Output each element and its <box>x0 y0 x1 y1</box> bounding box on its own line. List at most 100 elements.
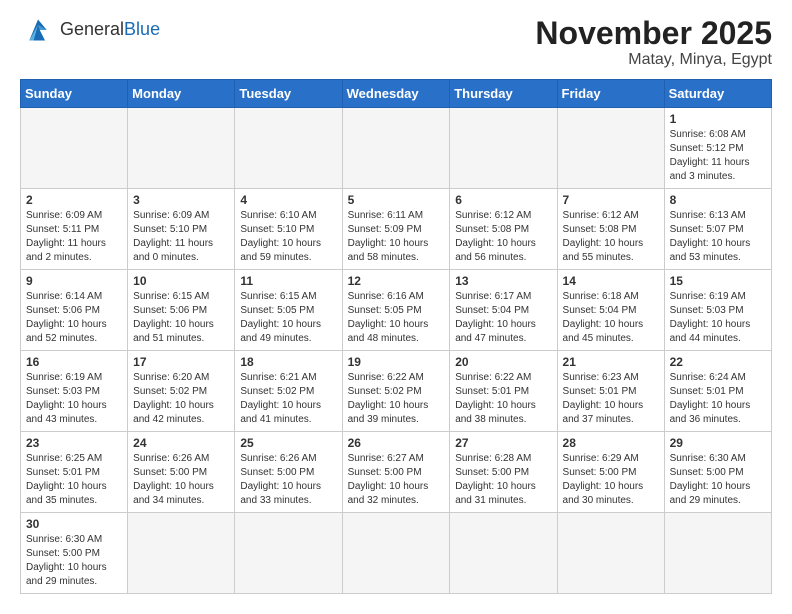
logo: GeneralBlue <box>20 16 160 44</box>
day-number: 24 <box>133 436 229 450</box>
calendar-day-header: Monday <box>128 80 235 108</box>
calendar-week-row: 2 Sunrise: 6:09 AM Sunset: 5:11 PM Daylig… <box>21 189 772 270</box>
calendar-day-header: Tuesday <box>235 80 342 108</box>
day-info: Sunrise: 6:23 AM Sunset: 5:01 PM Dayligh… <box>563 371 659 427</box>
day-info: Sunrise: 6:30 AM Sunset: 5:00 PM Dayligh… <box>670 452 766 508</box>
day-number: 12 <box>348 274 445 288</box>
day-info: Sunrise: 6:27 AM Sunset: 5:00 PM Dayligh… <box>348 452 445 508</box>
calendar-cell <box>450 108 557 189</box>
day-number: 19 <box>348 355 445 369</box>
calendar-cell: 27 Sunrise: 6:28 AM Sunset: 5:00 PM Dayli… <box>450 432 557 513</box>
day-number: 17 <box>133 355 229 369</box>
day-number: 1 <box>670 112 766 126</box>
day-number: 21 <box>563 355 659 369</box>
calendar-cell: 24 Sunrise: 6:26 AM Sunset: 5:00 PM Dayli… <box>128 432 235 513</box>
calendar-cell: 3 Sunrise: 6:09 AM Sunset: 5:10 PM Daylig… <box>128 189 235 270</box>
calendar-cell: 12 Sunrise: 6:16 AM Sunset: 5:05 PM Dayli… <box>342 270 450 351</box>
calendar-cell: 28Sunrise: 6:29 AM Sunset: 5:00 PM Dayli… <box>557 432 664 513</box>
page: GeneralBlue November 2025 Matay, Minya, … <box>0 0 792 614</box>
day-number: 6 <box>455 193 551 207</box>
calendar-cell <box>557 513 664 594</box>
day-number: 25 <box>240 436 336 450</box>
day-info: Sunrise: 6:21 AM Sunset: 5:02 PM Dayligh… <box>240 371 336 427</box>
calendar-cell <box>557 108 664 189</box>
calendar-day-header: Friday <box>557 80 664 108</box>
calendar-cell: 22Sunrise: 6:24 AM Sunset: 5:01 PM Dayli… <box>664 351 771 432</box>
calendar-day-header: Saturday <box>664 80 771 108</box>
calendar-cell <box>21 108 128 189</box>
calendar-cell: 30 Sunrise: 6:30 AM Sunset: 5:00 PM Dayli… <box>21 513 128 594</box>
header: GeneralBlue November 2025 Matay, Minya, … <box>20 16 772 69</box>
day-info: Sunrise: 6:22 AM Sunset: 5:02 PM Dayligh… <box>348 371 445 427</box>
calendar-cell: 16Sunrise: 6:19 AM Sunset: 5:03 PM Dayli… <box>21 351 128 432</box>
day-number: 29 <box>670 436 766 450</box>
day-number: 3 <box>133 193 229 207</box>
day-info: Sunrise: 6:17 AM Sunset: 5:04 PM Dayligh… <box>455 290 551 346</box>
calendar-cell: 26 Sunrise: 6:27 AM Sunset: 5:00 PM Dayli… <box>342 432 450 513</box>
day-number: 28 <box>563 436 659 450</box>
day-info: Sunrise: 6:22 AM Sunset: 5:01 PM Dayligh… <box>455 371 551 427</box>
logo-text: GeneralBlue <box>60 20 160 40</box>
day-number: 26 <box>348 436 445 450</box>
day-info: Sunrise: 6:09 AM Sunset: 5:10 PM Dayligh… <box>133 209 229 265</box>
page-title: November 2025 <box>535 16 772 51</box>
day-number: 4 <box>240 193 336 207</box>
day-info: Sunrise: 6:20 AM Sunset: 5:02 PM Dayligh… <box>133 371 229 427</box>
day-number: 14 <box>563 274 659 288</box>
calendar-cell: 29 Sunrise: 6:30 AM Sunset: 5:00 PM Dayli… <box>664 432 771 513</box>
day-number: 23 <box>26 436 122 450</box>
calendar-cell: 1 Sunrise: 6:08 AM Sunset: 5:12 PM Daylig… <box>664 108 771 189</box>
day-number: 30 <box>26 517 122 531</box>
day-info: Sunrise: 6:12 AM Sunset: 5:08 PM Dayligh… <box>455 209 551 265</box>
calendar-cell: 6 Sunrise: 6:12 AM Sunset: 5:08 PM Daylig… <box>450 189 557 270</box>
day-info: Sunrise: 6:09 AM Sunset: 5:11 PM Dayligh… <box>26 209 122 265</box>
day-number: 13 <box>455 274 551 288</box>
calendar-cell: 14Sunrise: 6:18 AM Sunset: 5:04 PM Dayli… <box>557 270 664 351</box>
calendar-cell: 8 Sunrise: 6:13 AM Sunset: 5:07 PM Daylig… <box>664 189 771 270</box>
day-info: Sunrise: 6:24 AM Sunset: 5:01 PM Dayligh… <box>670 371 766 427</box>
calendar-week-row: 16Sunrise: 6:19 AM Sunset: 5:03 PM Dayli… <box>21 351 772 432</box>
calendar-day-header: Thursday <box>450 80 557 108</box>
day-number: 27 <box>455 436 551 450</box>
calendar-cell <box>235 513 342 594</box>
day-info: Sunrise: 6:30 AM Sunset: 5:00 PM Dayligh… <box>26 533 122 589</box>
day-number: 9 <box>26 274 122 288</box>
day-info: Sunrise: 6:28 AM Sunset: 5:00 PM Dayligh… <box>455 452 551 508</box>
day-info: Sunrise: 6:19 AM Sunset: 5:03 PM Dayligh… <box>670 290 766 346</box>
page-subtitle: Matay, Minya, Egypt <box>535 51 772 69</box>
calendar-week-row: 23 Sunrise: 6:25 AM Sunset: 5:01 PM Dayli… <box>21 432 772 513</box>
day-info: Sunrise: 6:13 AM Sunset: 5:07 PM Dayligh… <box>670 209 766 265</box>
day-info: Sunrise: 6:15 AM Sunset: 5:06 PM Dayligh… <box>133 290 229 346</box>
day-number: 7 <box>563 193 659 207</box>
calendar-cell: 9Sunrise: 6:14 AM Sunset: 5:06 PM Daylig… <box>21 270 128 351</box>
title-block: November 2025 Matay, Minya, Egypt <box>535 16 772 69</box>
day-info: Sunrise: 6:15 AM Sunset: 5:05 PM Dayligh… <box>240 290 336 346</box>
day-info: Sunrise: 6:11 AM Sunset: 5:09 PM Dayligh… <box>348 209 445 265</box>
calendar-cell <box>342 108 450 189</box>
day-info: Sunrise: 6:10 AM Sunset: 5:10 PM Dayligh… <box>240 209 336 265</box>
day-number: 10 <box>133 274 229 288</box>
calendar-table: SundayMondayTuesdayWednesdayThursdayFrid… <box>20 79 772 594</box>
day-info: Sunrise: 6:26 AM Sunset: 5:00 PM Dayligh… <box>240 452 336 508</box>
calendar-cell: 7Sunrise: 6:12 AM Sunset: 5:08 PM Daylig… <box>557 189 664 270</box>
calendar-cell <box>128 513 235 594</box>
calendar-cell: 2 Sunrise: 6:09 AM Sunset: 5:11 PM Daylig… <box>21 189 128 270</box>
calendar-cell: 17 Sunrise: 6:20 AM Sunset: 5:02 PM Dayli… <box>128 351 235 432</box>
calendar-cell: 13 Sunrise: 6:17 AM Sunset: 5:04 PM Dayli… <box>450 270 557 351</box>
calendar-cell <box>235 108 342 189</box>
calendar-cell: 20Sunrise: 6:22 AM Sunset: 5:01 PM Dayli… <box>450 351 557 432</box>
day-info: Sunrise: 6:26 AM Sunset: 5:00 PM Dayligh… <box>133 452 229 508</box>
calendar-week-row: 9Sunrise: 6:14 AM Sunset: 5:06 PM Daylig… <box>21 270 772 351</box>
day-number: 8 <box>670 193 766 207</box>
calendar-header-row: SundayMondayTuesdayWednesdayThursdayFrid… <box>21 80 772 108</box>
day-info: Sunrise: 6:25 AM Sunset: 5:01 PM Dayligh… <box>26 452 122 508</box>
day-number: 18 <box>240 355 336 369</box>
calendar-cell <box>128 108 235 189</box>
day-number: 2 <box>26 193 122 207</box>
day-number: 15 <box>670 274 766 288</box>
day-info: Sunrise: 6:16 AM Sunset: 5:05 PM Dayligh… <box>348 290 445 346</box>
day-number: 5 <box>348 193 445 207</box>
calendar-day-header: Sunday <box>21 80 128 108</box>
day-info: Sunrise: 6:08 AM Sunset: 5:12 PM Dayligh… <box>670 128 766 184</box>
calendar-cell <box>450 513 557 594</box>
